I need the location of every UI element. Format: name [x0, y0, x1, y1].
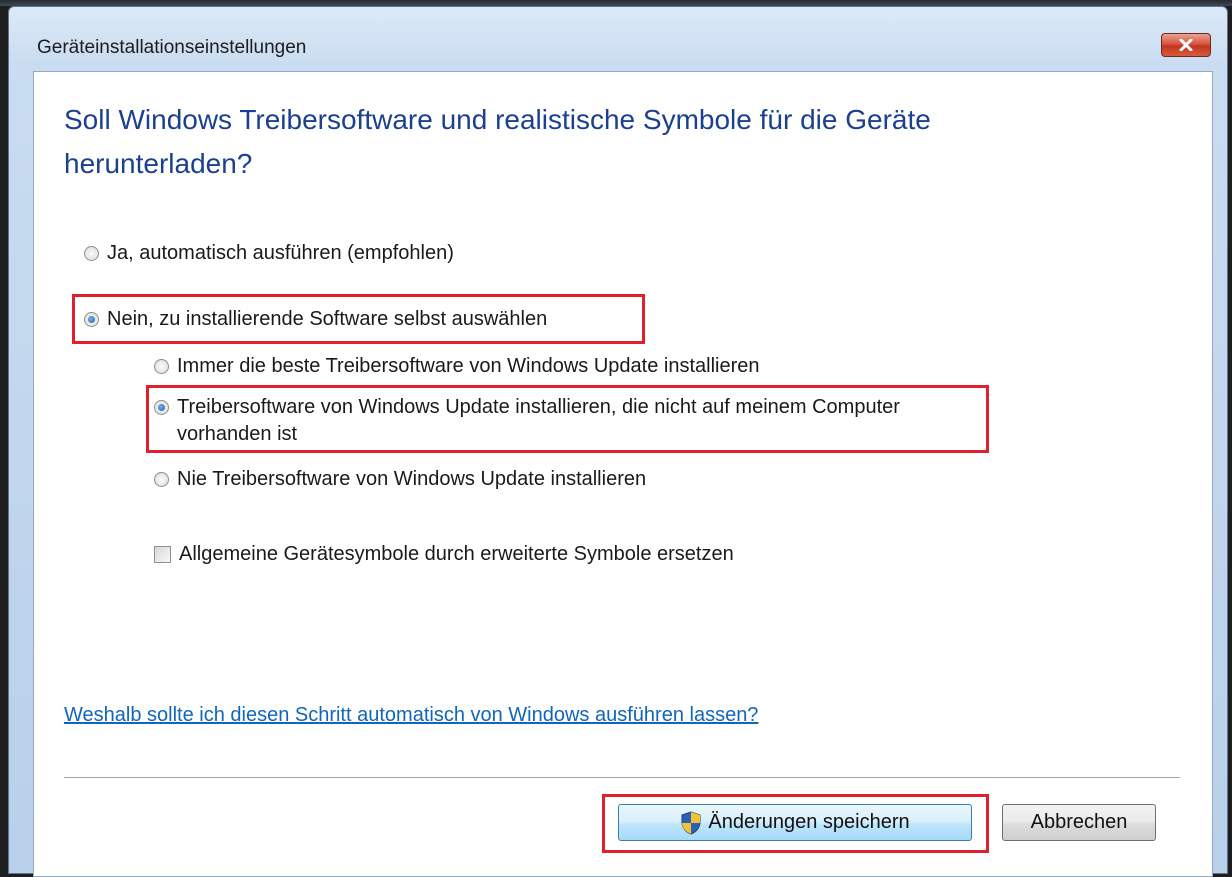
- divider: [64, 777, 1180, 778]
- uac-shield-icon: [681, 810, 701, 835]
- close-icon: [1179, 39, 1193, 51]
- cancel-button[interactable]: Abbrechen: [1002, 804, 1156, 841]
- radio-option-best-driver[interactable]: Immer die beste Treibersoftware von Wind…: [154, 353, 759, 380]
- radio-option-auto[interactable]: Ja, automatisch ausführen (empfohlen): [84, 240, 454, 267]
- radio-button-selected[interactable]: [84, 312, 99, 327]
- radio-label: Nie Treibersoftware von Windows Update i…: [177, 468, 647, 490]
- radio-label: Treibersoftware von Windows Update insta…: [177, 396, 900, 445]
- close-button[interactable]: [1161, 33, 1211, 57]
- radio-label: Nein, zu installierende Software selbst …: [107, 308, 548, 330]
- checkbox[interactable]: [154, 546, 171, 563]
- radio-option-manual[interactable]: Nein, zu installierende Software selbst …: [84, 306, 547, 333]
- radio-option-never[interactable]: Nie Treibersoftware von Windows Update i…: [154, 466, 646, 493]
- dialog-heading: Soll Windows Treibersoftware und realist…: [64, 104, 931, 179]
- window-title: Geräteinstallationseinstellungen: [37, 37, 307, 58]
- radio-label: Immer die beste Treibersoftware von Wind…: [177, 355, 760, 377]
- dialog-content: Soll Windows Treibersoftware und realist…: [33, 71, 1213, 877]
- radio-button[interactable]: [84, 246, 99, 261]
- radio-button[interactable]: [154, 359, 169, 374]
- help-link[interactable]: Weshalb sollte ich diesen Schritt automa…: [64, 704, 758, 727]
- checkbox-label: Allgemeine Gerätesymbole durch erweitert…: [179, 543, 734, 565]
- radio-option-missing-driver[interactable]: Treibersoftware von Windows Update insta…: [154, 394, 954, 448]
- dialog-window: Geräteinstallationseinstellungen Soll Wi…: [8, 6, 1228, 877]
- checkbox-option-icons[interactable]: Allgemeine Gerätesymbole durch erweitert…: [154, 541, 734, 568]
- save-button[interactable]: Änderungen speichern: [618, 804, 972, 841]
- radio-label: Ja, automatisch ausführen (empfohlen): [107, 242, 454, 264]
- radio-button[interactable]: [154, 472, 169, 487]
- save-button-label: Änderungen speichern: [708, 811, 910, 833]
- radio-button-selected[interactable]: [154, 400, 169, 415]
- cancel-button-label: Abbrechen: [1030, 811, 1128, 833]
